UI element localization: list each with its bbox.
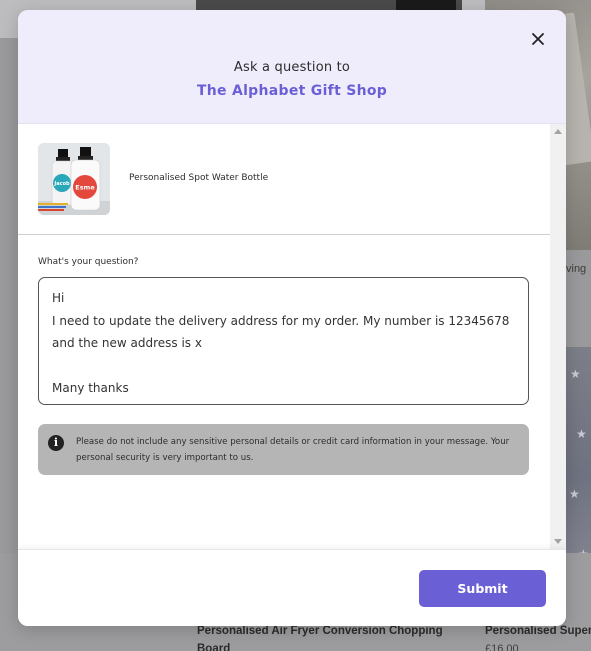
privacy-notice-text: Please do not include any sensitive pers…	[76, 437, 510, 463]
modal-header: Ask a question to The Alphabet Gift Shop	[18, 10, 566, 124]
scroll-down-icon[interactable]	[554, 539, 562, 544]
privacy-notice: i Please do not include any sensitive pe…	[38, 424, 529, 475]
background-product-price: £16.00	[485, 643, 519, 651]
question-label: What's your question?	[38, 257, 139, 267]
divider	[18, 234, 550, 235]
close-icon[interactable]	[528, 29, 548, 49]
modal-body: Jacob Esme Personalised Spot Water Bottl…	[18, 124, 550, 549]
shop-name: The Alphabet Gift Shop	[196, 83, 388, 99]
close-button[interactable]	[528, 29, 548, 49]
svg-text:Jacob: Jacob	[53, 181, 70, 187]
background-text: ving	[566, 263, 587, 275]
question-textarea[interactable]: Hi I need to update the delivery address…	[38, 277, 529, 405]
background-product-image	[196, 0, 462, 10]
modal-footer: Submit	[18, 549, 566, 626]
ask-question-modal: Ask a question to The Alphabet Gift Shop…	[18, 10, 566, 626]
svg-text:Esme: Esme	[75, 184, 95, 192]
product-thumbnail: Jacob Esme	[38, 143, 110, 215]
modal-scrollbar[interactable]	[550, 124, 566, 549]
modal-title-prefix: Ask a question to	[233, 60, 351, 75]
info-icon: i	[48, 435, 64, 451]
background-product-title: Personalised Air Fryer Conversion Choppi…	[197, 625, 443, 651]
scroll-up-icon[interactable]	[554, 129, 562, 134]
submit-button[interactable]: Submit	[419, 570, 546, 607]
scroll-thumb[interactable]	[553, 140, 563, 535]
product-name: Personalised Spot Water Bottle	[129, 173, 269, 183]
product-summary: Jacob Esme Personalised Spot Water Bottl…	[38, 143, 538, 216]
